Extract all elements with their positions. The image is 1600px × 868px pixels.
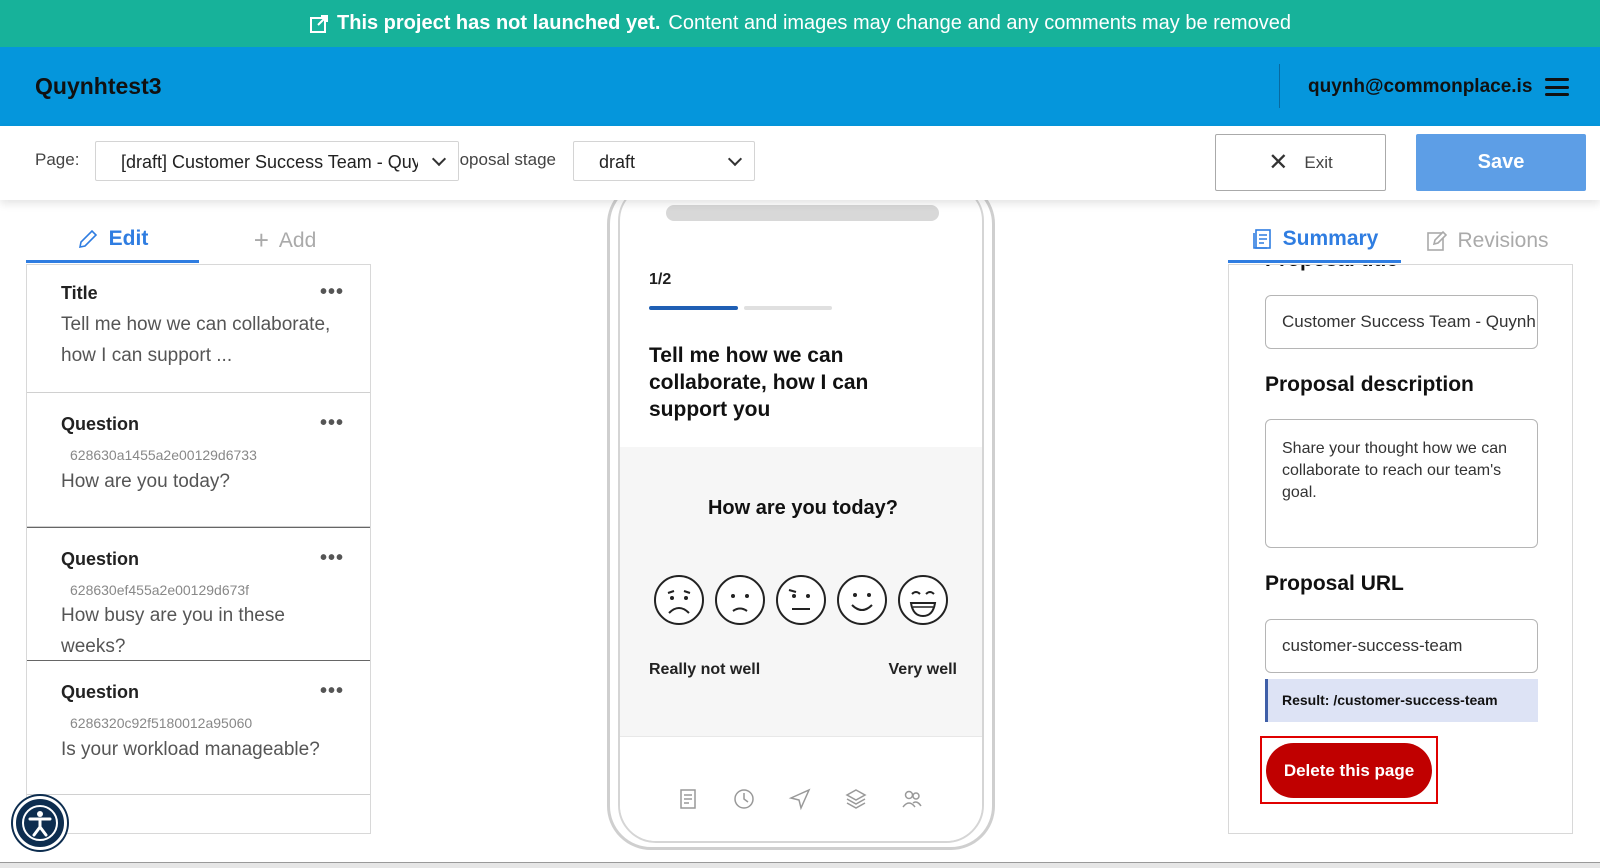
content-list: Title ••• Tell me how we can collaborate… (26, 264, 371, 834)
plus-icon: + (253, 225, 269, 255)
accessibility-button[interactable] (13, 796, 67, 850)
page-select[interactable]: [draft] Customer Success Team - Quynh (95, 141, 459, 181)
left-tabs: Edit + Add (26, 218, 371, 263)
document-icon (1252, 229, 1271, 249)
progress-bar-active (649, 306, 738, 310)
menu-icon[interactable] (1545, 78, 1569, 96)
chevron-down-icon (727, 151, 743, 167)
more-options-icon[interactable]: ••• (320, 547, 344, 570)
accessibility-icon (22, 805, 58, 841)
clock-icon[interactable] (732, 787, 756, 811)
proposal-url-input[interactable]: customer-success-team (1265, 619, 1538, 673)
people-icon[interactable] (900, 787, 924, 811)
happy-face-icon[interactable] (835, 573, 889, 627)
tab-edit[interactable]: Edit (26, 218, 199, 263)
list-item-title[interactable]: Title ••• Tell me how we can collaborate… (27, 265, 370, 393)
save-button[interactable]: Save (1416, 134, 1586, 191)
very-sad-face-icon[interactable] (652, 573, 706, 627)
url-result: Result: /customer-success-team (1265, 679, 1538, 722)
more-options-icon[interactable]: ••• (320, 412, 344, 435)
list-item[interactable]: Question ••• 6286320c92f5180012a95060 Is… (27, 661, 370, 795)
tab-revisions[interactable]: Revisions (1401, 218, 1573, 263)
page-label: Page: (35, 150, 80, 169)
stage-select-value: draft (599, 152, 636, 172)
neutral-face-icon[interactable] (774, 573, 828, 627)
question-card: How are you today? Really not well Very … (620, 447, 982, 737)
banner-text: Content and images may change and any co… (668, 12, 1291, 34)
sad-face-icon[interactable] (713, 573, 767, 627)
more-options-icon[interactable]: ••• (320, 281, 344, 304)
proposal-description-label: Proposal description (1265, 373, 1474, 396)
project-name[interactable]: Quynhtest3 (35, 73, 162, 100)
send-icon[interactable] (788, 787, 812, 811)
launch-banner: This project has not launched yet. Conte… (0, 0, 1600, 47)
banner-bold-text: This project has not launched yet. (337, 12, 661, 34)
progress-text: 1/2 (649, 271, 672, 288)
stage-label: Proposal stage: (460, 150, 556, 169)
very-happy-face-icon[interactable] (896, 573, 950, 627)
rating-faces (652, 573, 962, 627)
user-email[interactable]: quynh@commonplace.is (1308, 76, 1532, 98)
close-icon: ✕ (1268, 149, 1289, 176)
scale-low-label: Really not well (649, 661, 761, 678)
pencil-icon (78, 229, 97, 249)
stage-select[interactable]: draft (573, 141, 755, 181)
tab-summary[interactable]: Summary (1228, 218, 1401, 263)
bottom-edge (0, 862, 1600, 868)
scale-high-label: Very well (888, 661, 958, 678)
tab-add[interactable]: + Add (199, 218, 371, 263)
proposal-url-label: Proposal URL (1265, 572, 1404, 595)
right-tabs: Summary Revisions (1228, 218, 1573, 263)
question-title: How are you today? (707, 497, 899, 519)
app-header: Quynhtest3 quynh@commonplace.is (0, 47, 1600, 126)
phone-nav-bar (620, 775, 982, 841)
more-options-icon[interactable]: ••• (320, 680, 344, 703)
layers-icon[interactable] (844, 787, 868, 811)
editor-toolbar: Page: [draft] Customer Success Team - Qu… (0, 126, 1600, 200)
news-icon[interactable] (676, 787, 700, 811)
external-link-icon (310, 14, 329, 33)
progress-bar-remaining (744, 306, 832, 310)
exit-label: Exit (1304, 152, 1333, 172)
summary-panel: Proposal title Customer Success Team - Q… (1228, 264, 1573, 834)
proposal-title-input[interactable]: Customer Success Team - Quynh (1265, 295, 1538, 349)
delete-page-button[interactable]: Delete this page (1266, 743, 1432, 798)
phone-preview: 1/2 Tell me how we can collaborate, how … (607, 180, 995, 850)
proposal-description-input[interactable]: Share your thought how we can collaborat… (1265, 419, 1538, 548)
exit-button[interactable]: ✕ Exit (1215, 134, 1386, 191)
phone-notch (666, 205, 939, 221)
edit-document-icon (1427, 230, 1448, 251)
proposal-title-label: Proposal title (1265, 265, 1398, 272)
list-item[interactable]: Question ••• 628630a1455a2e00129d6733 Ho… (27, 393, 370, 527)
phone-screen: 1/2 Tell me how we can collaborate, how … (618, 183, 984, 843)
phone-title: Tell me how we can collaborate, how I ca… (649, 344, 869, 421)
list-item-selected[interactable]: Question ••• 628630ef455a2e00129d673f Ho… (27, 527, 370, 661)
header-divider (1279, 64, 1280, 108)
page-select-value: [draft] Customer Success Team - Quynh (121, 152, 441, 172)
